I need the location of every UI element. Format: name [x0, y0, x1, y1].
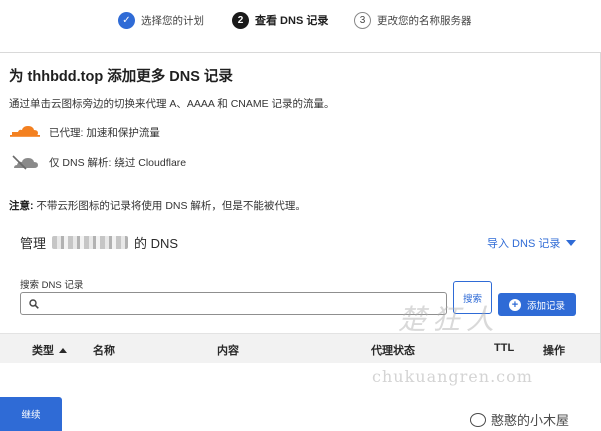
- column-type[interactable]: 类型: [32, 342, 67, 358]
- dns-records-card: 为 thhbdd.top 添加更多 DNS 记录 通过单击云图标旁边的切换来代理…: [0, 52, 601, 363]
- step-review-dns: 2 查看 DNS 记录: [232, 8, 328, 32]
- legend-proxied: 已代理: 加速和保护流量: [10, 124, 160, 140]
- column-label: 操作: [543, 345, 565, 357]
- column-content[interactable]: 内容: [217, 342, 239, 358]
- add-record-button[interactable]: + 添加记录: [498, 293, 576, 316]
- card-description: 通过单击云图标旁边的切换来代理 A、AAAA 和 CNAME 记录的流量。: [9, 98, 335, 110]
- step-label: 查看 DNS 记录: [255, 15, 329, 27]
- legend-dns-only: 仅 DNS 解析: 绕过 Cloudflare: [10, 154, 186, 170]
- column-label: 名称: [93, 345, 115, 357]
- step-label: 更改您的名称服务器: [377, 14, 472, 27]
- continue-button[interactable]: 继续: [0, 397, 62, 431]
- import-label: 导入 DNS 记录: [487, 238, 561, 250]
- setup-stepper: ✓ 选择您的计划 2 查看 DNS 记录 3 更改您的名称服务器: [0, 8, 601, 32]
- wechat-icon: [470, 412, 486, 427]
- manage-suffix: 的 DNS: [134, 236, 179, 251]
- note-prefix: 注意:: [9, 200, 34, 212]
- step-change-nameservers: 3 更改您的名称服务器: [354, 8, 472, 32]
- check-icon: ✓: [118, 11, 135, 29]
- watermark-url: chukuangren.com: [372, 367, 533, 386]
- legend-label: 已代理: 加速和保护流量: [49, 126, 160, 139]
- column-name[interactable]: 名称: [93, 342, 115, 358]
- watermark-account: 憨憨的小木屋: [470, 410, 569, 429]
- step-number: 2: [232, 11, 249, 29]
- column-proxy-status[interactable]: 代理状态: [371, 342, 415, 358]
- column-ttl[interactable]: TTL: [494, 342, 514, 354]
- search-input[interactable]: [44, 293, 446, 314]
- column-label: TTL: [494, 342, 515, 354]
- chevron-down-icon: [566, 240, 577, 246]
- import-dns-records-link[interactable]: 导入 DNS 记录: [487, 235, 577, 251]
- orange-cloud-icon: [10, 126, 40, 137]
- add-record-label: 添加记录: [526, 300, 565, 312]
- column-label: 类型: [32, 345, 54, 357]
- plus-icon: +: [508, 298, 521, 311]
- step-label: 选择您的计划: [141, 14, 204, 27]
- search-label: 搜索 DNS 记录: [20, 280, 84, 291]
- note-text: 不带云形图标的记录将使用 DNS 解析，但是不能被代理。: [33, 200, 306, 212]
- column-actions: 操作: [543, 342, 565, 358]
- manage-dns-heading: 管理 的 DNS: [20, 233, 178, 252]
- page-title: 为 thhbdd.top 添加更多 DNS 记录: [9, 69, 233, 85]
- sort-asc-icon: [59, 347, 67, 353]
- column-label: 代理状态: [371, 345, 415, 357]
- search-field[interactable]: [20, 292, 447, 315]
- gray-cloud-icon: [12, 155, 38, 170]
- redacted-domain: [52, 236, 129, 249]
- account-name: 憨憨的小木屋: [491, 413, 570, 428]
- column-label: 内容: [217, 345, 239, 357]
- records-table-header: 类型 名称 内容 代理状态 TTL 操作: [0, 333, 600, 363]
- legend-label: 仅 DNS 解析: 绕过 Cloudflare: [49, 156, 187, 169]
- proxy-note: 注意: 不带云形图标的记录将使用 DNS 解析，但是不能被代理。: [9, 198, 306, 213]
- search-icon: [29, 298, 39, 309]
- watermark-chinese: 楚狂人: [398, 303, 501, 336]
- step-choose-plan[interactable]: ✓ 选择您的计划: [118, 8, 204, 32]
- step-number: 3: [354, 11, 371, 29]
- manage-prefix: 管理: [20, 236, 47, 251]
